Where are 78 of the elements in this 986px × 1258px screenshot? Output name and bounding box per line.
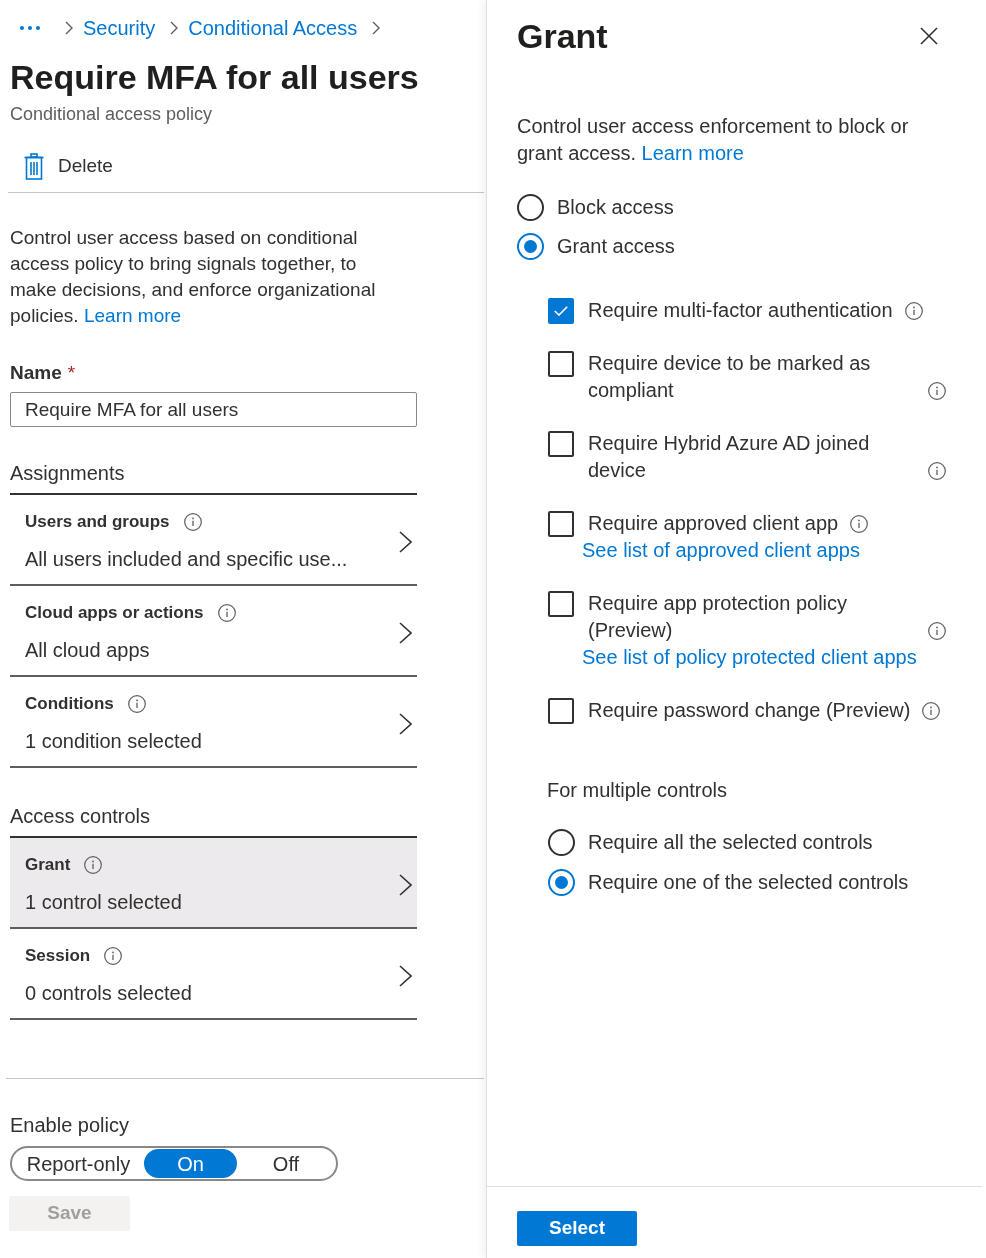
see-list-link[interactable]: See list of policy protected client apps — [582, 644, 917, 671]
info-icon — [922, 702, 941, 720]
row-summary: All cloud apps — [25, 638, 150, 663]
breadcrumb-link[interactable]: Security — [83, 15, 156, 41]
checkbox-label: Require password change (Preview) — [588, 698, 911, 723]
row-title: Conditions — [25, 693, 114, 715]
checkbox-label: Require app protection policy (Preview) — [588, 591, 849, 643]
row-summary: 0 controls selected — [25, 981, 192, 1006]
info-icon — [928, 382, 946, 400]
info-icon — [928, 622, 946, 640]
group-label: For multiple controls — [547, 778, 728, 803]
row-title: Session — [25, 945, 91, 967]
row-summary: 1 control selected — [25, 890, 182, 915]
row-summary: All users included and specific use... — [25, 547, 348, 572]
toggle-option[interactable]: On — [144, 1149, 237, 1178]
delete-button[interactable]: Delete — [24, 152, 113, 180]
info-icon — [183, 513, 202, 531]
info-icon — [904, 302, 923, 320]
trash-icon — [24, 152, 44, 180]
radio-button[interactable] — [548, 868, 575, 896]
radio-label: Require one of the selected controls — [588, 869, 909, 895]
info-icon — [928, 462, 946, 480]
page-title: Require MFA for all users — [10, 57, 419, 98]
row-title: Cloud apps or actions — [25, 602, 204, 624]
chevron-right-icon — [399, 712, 412, 735]
chevron-right-icon — [399, 530, 412, 553]
row-title: Grant — [25, 854, 71, 876]
learn-more-link[interactable]: Learn more — [83, 305, 182, 326]
checkbox-label: Require Hybrid Azure AD joined device — [588, 431, 871, 483]
toggle-option[interactable]: Off — [237, 1149, 335, 1178]
chevron-right-icon — [399, 873, 412, 896]
learn-more-link[interactable]: Learn more — [641, 142, 744, 164]
page-subtitle: Conditional access policy — [10, 103, 213, 125]
chevron-right-icon — [399, 621, 412, 644]
section-heading: Access controls — [10, 804, 151, 829]
checkbox[interactable] — [548, 351, 574, 377]
row-title: Users and groups — [25, 511, 170, 533]
checkbox[interactable] — [548, 298, 574, 324]
checkbox-label: Require multi-factor authentication — [588, 298, 893, 323]
chevron-right-icon — [372, 21, 381, 35]
radio-label: Grant access — [557, 233, 675, 259]
panel-title: Grant — [517, 16, 608, 57]
toggle-option[interactable]: Report-only — [13, 1149, 144, 1178]
radio-button[interactable] — [517, 232, 544, 260]
info-icon — [127, 695, 146, 713]
close-icon — [920, 27, 938, 45]
chevron-right-icon — [65, 21, 73, 35]
info-icon — [104, 947, 123, 965]
row-summary: 1 condition selected — [25, 729, 202, 754]
section-heading: Enable policy — [10, 1113, 129, 1138]
see-list-link[interactable]: See list of approved client apps — [582, 537, 860, 564]
required-mark: * — [67, 361, 76, 385]
radio-label: Require all the selected controls — [588, 829, 873, 855]
checkbox[interactable] — [548, 431, 574, 457]
more-icon[interactable] — [20, 26, 40, 30]
radio-button[interactable] — [517, 193, 544, 221]
radio-label: Block access — [557, 194, 674, 220]
breadcrumb-link[interactable]: Conditional Access — [188, 15, 358, 41]
panel-description: Control user access enforcement to block or grant access. Learn more — [517, 114, 910, 166]
section-heading: Assignments — [10, 461, 125, 486]
close-button[interactable] — [920, 27, 938, 45]
select-button[interactable]: Select — [517, 1211, 637, 1246]
checkbox-label: Require device to be marked as compliant — [588, 351, 872, 403]
checkbox[interactable] — [548, 698, 574, 724]
checkmark-icon — [554, 306, 568, 316]
chevron-right-icon — [170, 21, 179, 35]
info-icon — [217, 604, 236, 622]
checkbox[interactable] — [548, 591, 574, 617]
name-input[interactable]: Require MFA for all users — [10, 392, 417, 427]
field-label: Name — [10, 361, 62, 385]
radio-button[interactable] — [548, 828, 575, 856]
checkbox-label: Require approved client app — [588, 511, 839, 536]
chevron-right-icon — [399, 964, 412, 987]
policy-row[interactable]: Grant 1 control selected — [10, 838, 417, 929]
checkbox[interactable] — [548, 511, 574, 537]
info-icon — [84, 856, 103, 874]
info-icon — [850, 515, 869, 533]
policy-description: Control user access based on conditional access policy to bring signals together, to make decisions, and enforce organizational policies. Learn more — [10, 226, 377, 328]
